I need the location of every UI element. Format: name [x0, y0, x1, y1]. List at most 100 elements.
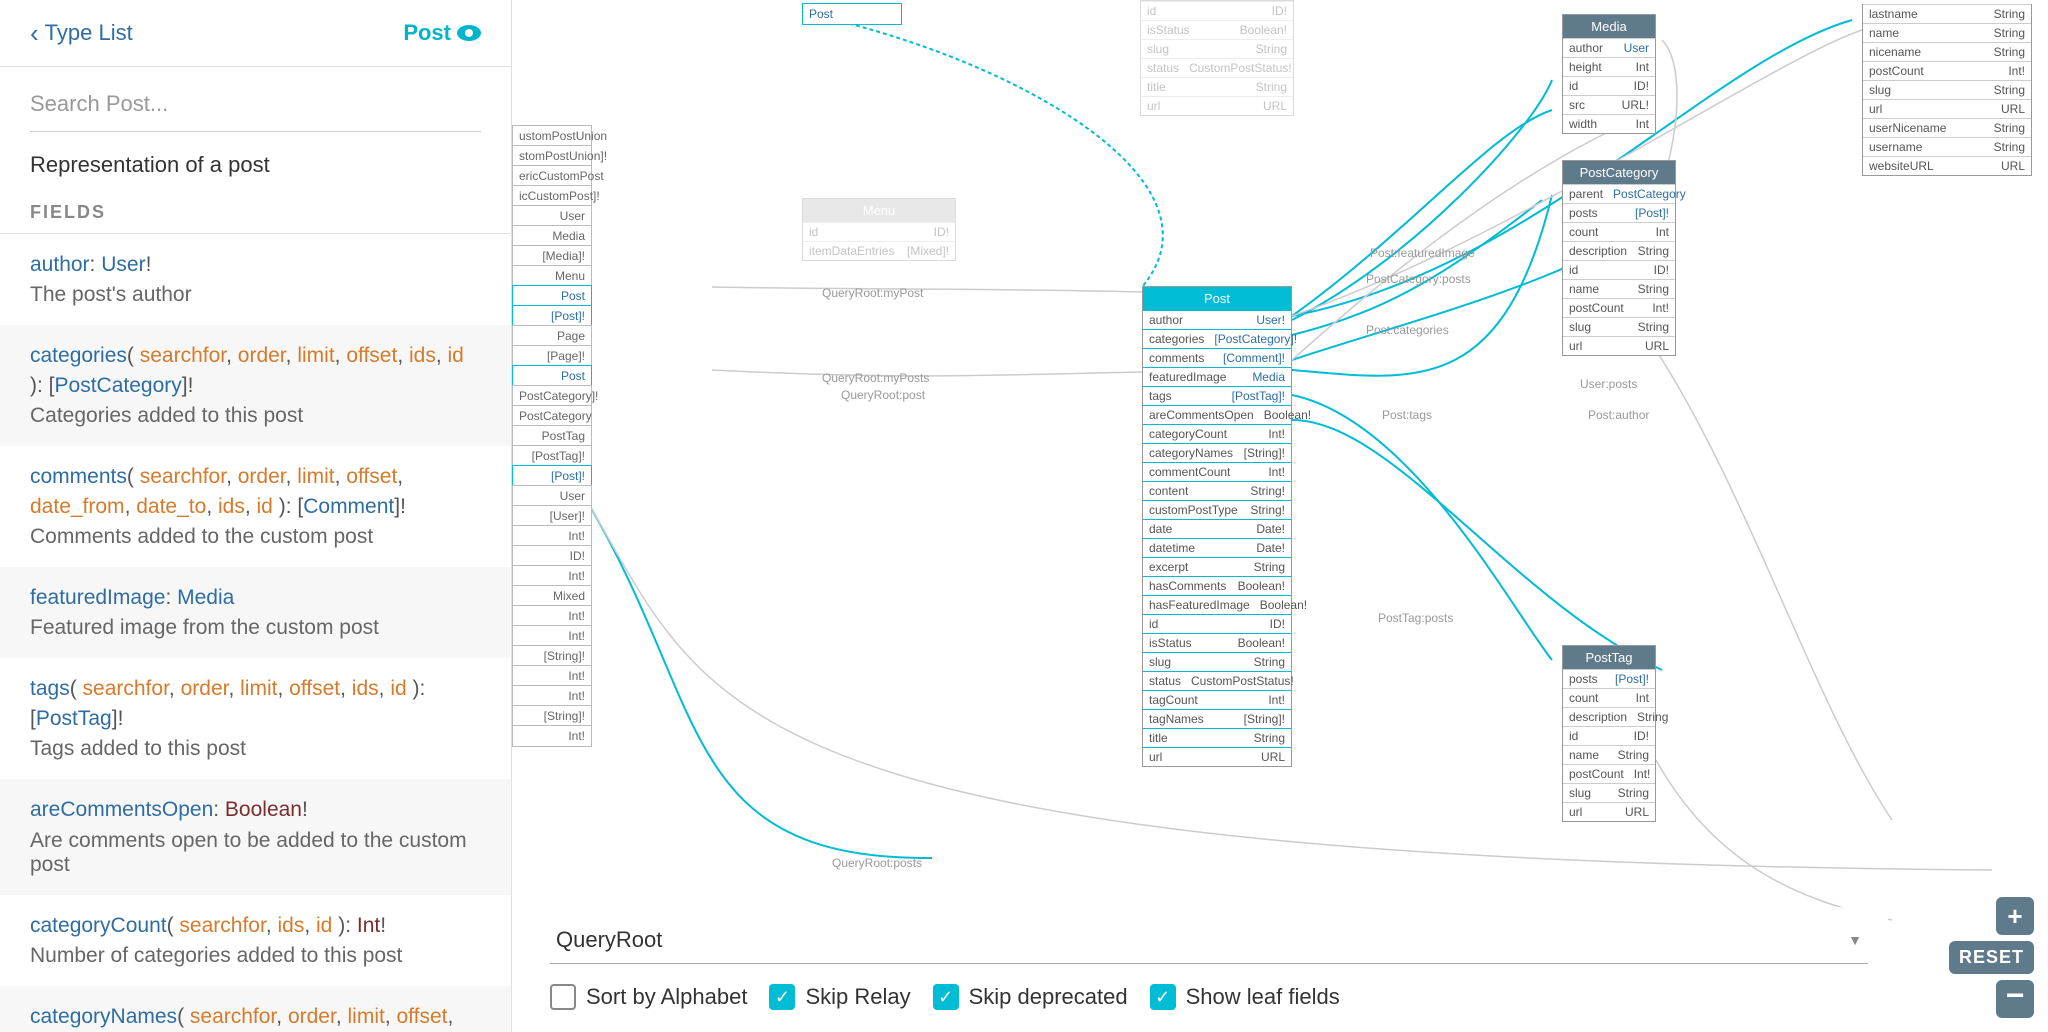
node-field-row[interactable]: idID! — [1143, 614, 1291, 633]
user-fragment-node[interactable]: lastnameStringnameStringnicenameStringpo… — [1862, 4, 2032, 176]
node-field-row[interactable]: hasFeaturedImageBoolean! — [1143, 595, 1291, 614]
node-field-row[interactable]: urlURL — [1563, 336, 1675, 355]
node-field-row[interactable]: postCountInt! — [1563, 298, 1675, 317]
node-field-row[interactable]: datetimeDate! — [1143, 538, 1291, 557]
type-chip[interactable]: Int! — [512, 525, 592, 547]
fields-list[interactable]: author: User!The post's authorcategories… — [0, 234, 511, 1032]
type-chip[interactable]: User — [512, 205, 592, 227]
field-item[interactable]: areCommentsOpen: Boolean!Are comments op… — [0, 779, 511, 894]
type-chip[interactable]: Int! — [512, 605, 592, 627]
root-type-select[interactable]: QueryRoot ▼ — [550, 917, 1868, 964]
type-chip[interactable]: ustomPostUnion — [512, 125, 592, 147]
node-field-row[interactable]: areCommentsOpenBoolean! — [1143, 405, 1291, 424]
field-item[interactable]: author: User!The post's author — [0, 234, 511, 325]
node-field-row[interactable]: featuredImageMedia — [1143, 367, 1291, 386]
reset-button[interactable]: RESET — [1949, 941, 2034, 974]
node-field-row[interactable]: categories[PostCategory]! — [1143, 329, 1291, 348]
type-chip[interactable]: Int! — [512, 685, 592, 707]
type-chip[interactable]: [Page]! — [512, 345, 592, 367]
node-field-row[interactable]: postCountInt! — [1563, 764, 1655, 783]
toggle-show-leaf-fields[interactable]: ✓ Show leaf fields — [1150, 984, 1340, 1010]
node-field-row[interactable]: comments[Comment]! — [1143, 348, 1291, 367]
type-chip[interactable]: [PostTag]! — [512, 445, 592, 467]
node-field-row[interactable]: isStatusBoolean! — [1143, 633, 1291, 652]
type-chip[interactable]: [Media]! — [512, 245, 592, 267]
type-chip[interactable]: Post — [512, 365, 592, 387]
back-to-type-list[interactable]: ‹ Type List — [30, 20, 133, 46]
toggle-skip-deprecated[interactable]: ✓ Skip deprecated — [933, 984, 1128, 1010]
media-node[interactable]: Media authorUserheightIntidID!srcURL!wid… — [1562, 14, 1656, 134]
type-chip[interactable]: PostCategory]! — [512, 385, 592, 407]
node-field-row[interactable]: nameString — [1563, 745, 1655, 764]
field-item[interactable]: featuredImage: MediaFeatured image from … — [0, 567, 511, 658]
type-chip[interactable]: icCustomPost]! — [512, 185, 592, 207]
node-field-row[interactable]: idID! — [1563, 260, 1675, 279]
menu-node[interactable]: Menu idID!itemDataEntries[Mixed]! — [802, 198, 956, 261]
toggle-skip-relay[interactable]: ✓ Skip Relay — [769, 984, 910, 1010]
post-node[interactable]: Post authorUser!categories[PostCategory]… — [1142, 286, 1292, 767]
node-field-row[interactable]: titleString — [1143, 728, 1291, 747]
node-field-row[interactable]: parentPostCategory — [1563, 184, 1675, 203]
node-field-row[interactable]: descriptionString — [1563, 241, 1675, 260]
type-chip[interactable]: PostCategory — [512, 405, 592, 427]
graph-canvas[interactable]: Post idID!isStatusBoolean!slugStringstat… — [512, 0, 2048, 1032]
node-field-row[interactable]: heightInt — [1563, 57, 1655, 76]
node-field-row[interactable]: authorUser — [1563, 38, 1655, 57]
type-chip[interactable]: PostTag — [512, 425, 592, 447]
zoom-in-button[interactable]: + — [1996, 897, 2034, 935]
node-field-row[interactable]: nameString — [1563, 279, 1675, 298]
type-chip[interactable]: Page — [512, 325, 592, 347]
node-field-row[interactable]: dateDate! — [1143, 519, 1291, 538]
type-chip[interactable]: [String]! — [512, 705, 592, 727]
node-field-row[interactable]: posts[Post]! — [1563, 669, 1655, 688]
node-field-row[interactable]: slugString — [1563, 783, 1655, 802]
node-field-row[interactable]: tags[PostTag]! — [1143, 386, 1291, 405]
node-field-row[interactable]: urlURL — [1143, 747, 1291, 766]
type-chip[interactable]: ericCustomPost — [512, 165, 592, 187]
field-item[interactable]: categoryNames( searchfor, order, limit, … — [0, 986, 511, 1032]
type-chip[interactable]: ID! — [512, 545, 592, 567]
node-field-row[interactable]: contentString! — [1143, 481, 1291, 500]
node-field-row[interactable]: categoryCountInt! — [1143, 424, 1291, 443]
node-field-row[interactable]: slugString — [1563, 317, 1675, 336]
node-field-row[interactable]: authorUser! — [1143, 310, 1291, 329]
posttag-node[interactable]: PostTag posts[Post]!countIntdescriptionS… — [1562, 645, 1656, 822]
node-field-row[interactable]: hasCommentsBoolean! — [1143, 576, 1291, 595]
type-chip[interactable]: [String]! — [512, 645, 592, 667]
node-field-row[interactable]: excerptString — [1143, 557, 1291, 576]
type-chip[interactable]: Int! — [512, 665, 592, 687]
node-field-row[interactable]: commentCountInt! — [1143, 462, 1291, 481]
node-field-row[interactable]: statusCustomPostStatus! — [1143, 671, 1291, 690]
postcategory-node[interactable]: PostCategory parentPostCategoryposts[Pos… — [1562, 160, 1676, 356]
current-type-badge[interactable]: Post — [403, 20, 481, 46]
node-field-row[interactable]: customPostTypeString! — [1143, 500, 1291, 519]
type-chip[interactable]: Post — [512, 285, 592, 307]
node-field-row[interactable]: countInt — [1563, 688, 1655, 707]
node-field-row[interactable]: idID! — [1563, 76, 1655, 95]
type-chip[interactable]: Int! — [512, 565, 592, 587]
type-chip[interactable]: Menu — [512, 265, 592, 287]
type-chip[interactable]: [Post]! — [512, 305, 592, 327]
type-chip[interactable]: Mixed — [512, 585, 592, 607]
field-item[interactable]: categoryCount( searchfor, ids, id ): Int… — [0, 895, 511, 986]
field-item[interactable]: tags( searchfor, order, limit, offset, i… — [0, 658, 511, 779]
node-field-row[interactable]: descriptionString — [1563, 707, 1655, 726]
node-field-row[interactable]: categoryNames[String]! — [1143, 443, 1291, 462]
node-field-row[interactable]: tagCountInt! — [1143, 690, 1291, 709]
type-chip[interactable]: stomPostUnion]! — [512, 145, 592, 167]
faded-custom-post-node[interactable]: idID!isStatusBoolean!slugStringstatusCus… — [1140, 0, 1294, 116]
node-field-row[interactable]: srcURL! — [1563, 95, 1655, 114]
node-field-row[interactable]: idID! — [1563, 726, 1655, 745]
type-chip[interactable]: [Post]! — [512, 465, 592, 487]
node-field-row[interactable]: widthInt — [1563, 114, 1655, 133]
node-field-row[interactable]: posts[Post]! — [1563, 203, 1675, 222]
field-item[interactable]: categories( searchfor, order, limit, off… — [0, 325, 511, 446]
node-field-row[interactable]: countInt — [1563, 222, 1675, 241]
type-chip[interactable]: User — [512, 485, 592, 507]
search-input[interactable] — [30, 77, 481, 132]
type-chip[interactable]: Int! — [512, 625, 592, 647]
zoom-out-button[interactable]: − — [1996, 980, 2034, 1018]
type-chip[interactable]: Media — [512, 225, 592, 247]
type-chip[interactable]: [User]! — [512, 505, 592, 527]
field-item[interactable]: comments( searchfor, order, limit, offse… — [0, 446, 511, 567]
